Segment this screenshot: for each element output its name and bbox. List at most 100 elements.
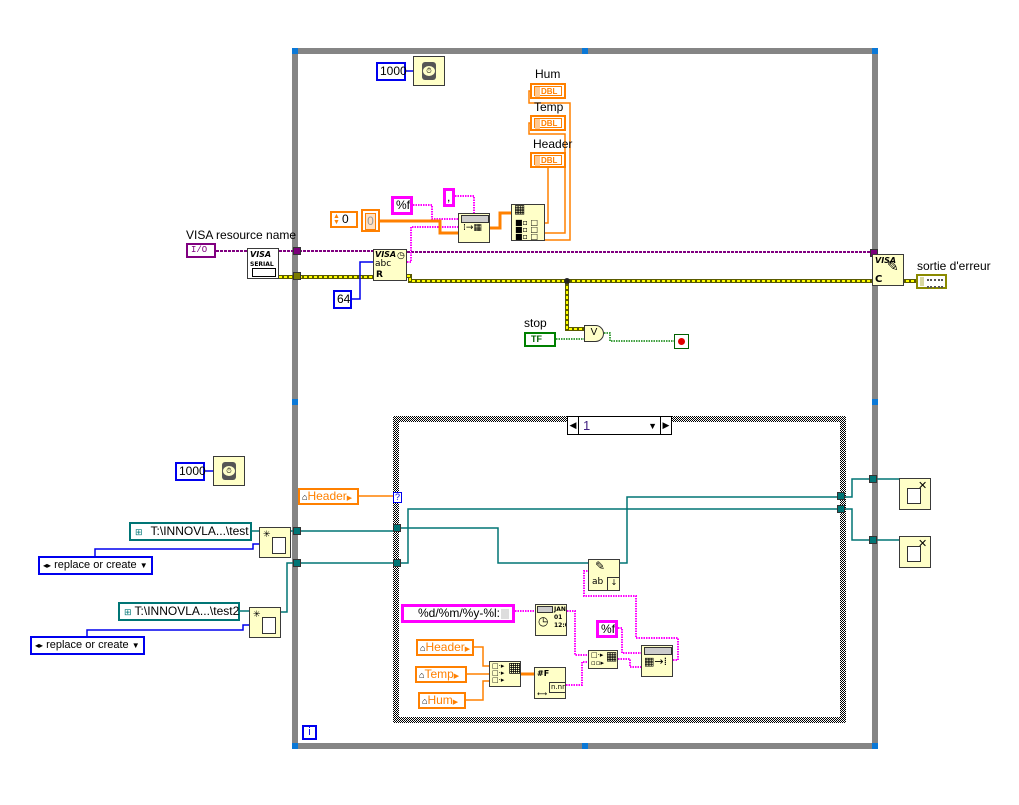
open-create-file-node-1[interactable]: ✳ — [259, 527, 291, 558]
file-operation-enum-1[interactable]: ◂▸ replace or create ▼ — [38, 556, 153, 575]
number-string-wire — [566, 661, 588, 686]
case-tunnel-out-2[interactable] — [837, 505, 845, 513]
temp-local-variable[interactable]: ⌂Temp▶ — [415, 666, 467, 683]
visa-tunnel[interactable] — [293, 247, 301, 255]
time-format-constant[interactable]: %d/%m/%y-%l: — [401, 604, 515, 623]
format-wire-2 — [618, 627, 641, 654]
hum-local-wire — [466, 680, 489, 701]
header-indicator[interactable]: DBL — [530, 152, 566, 168]
refnum-wire-2 — [281, 562, 395, 613]
format-constant[interactable]: %f — [391, 196, 413, 215]
refnum-tunnel-1[interactable] — [293, 527, 301, 535]
index-array-node[interactable]: ▦ ■▫ □ ■▫ □ ■▫ □ — [511, 204, 545, 241]
format-icon — [537, 606, 553, 613]
wait-ms-node[interactable]: ⏱ — [413, 56, 445, 86]
chevron-down-icon: ▼ — [139, 561, 148, 570]
build-array-icon: □·▸ ▫▫▸ — [591, 651, 605, 667]
spreadsheet-string-to-array-node[interactable]: ⁞→▦ — [458, 213, 490, 243]
sparkle-icon: ✳ — [263, 530, 271, 540]
hum-indicator[interactable]: DBL — [530, 83, 566, 99]
file-icon — [272, 537, 286, 554]
loop-tunnel-out-2[interactable] — [869, 536, 877, 544]
write-text-file-node[interactable]: ✎ ab ↓ — [588, 559, 620, 591]
close-icon: ✕ — [918, 479, 928, 492]
concat-wire — [618, 658, 641, 668]
array-to-spreadsheet-string-node[interactable]: ▦→⁞ — [641, 645, 673, 677]
visa-close-node[interactable]: VISA C ✎ — [872, 254, 904, 286]
case-selector-terminal[interactable]: ? — [393, 492, 402, 503]
close-doc-icon: ✎ — [887, 259, 899, 275]
path-icon: ⊞ — [124, 607, 132, 617]
visa-wire — [216, 250, 872, 253]
array-icon: ▦ — [508, 661, 521, 676]
visa-resource-control[interactable]: I/O — [186, 243, 216, 258]
header-wire — [545, 168, 549, 224]
or-out-wire — [604, 332, 674, 342]
error-wire-fill — [279, 275, 872, 330]
format-constant-2[interactable]: %f — [596, 620, 618, 638]
wire-junction — [564, 278, 570, 284]
enum-wire-1 — [94, 543, 259, 556]
date-string-wire — [567, 610, 588, 656]
case-tunnel-in-1[interactable] — [393, 524, 401, 532]
error-tunnel[interactable] — [293, 272, 301, 280]
increment-icon: ◂▸ — [35, 641, 44, 650]
delimiter-constant[interactable]: , — [443, 188, 455, 207]
cluster-icon — [927, 279, 943, 288]
or-gate[interactable]: V — [584, 325, 604, 342]
visa-read-node[interactable]: VISA abc R ◷ — [373, 249, 407, 281]
array-wire — [380, 219, 458, 235]
array-index-control[interactable]: ▲ ▼ 0 — [330, 211, 358, 228]
array-icon: ⁞→▦ — [463, 223, 482, 233]
index-outputs-icon: ■▫ □ ■▫ □ ■▫ □ — [515, 218, 539, 241]
header-local-wire-2 — [474, 646, 489, 667]
format-date-time-node[interactable]: ◷ JAN 01 12:01 — [535, 604, 567, 636]
array-out-wire — [490, 211, 511, 230]
build-array-node[interactable]: □·▸ □·▸ □·▸ ▦ — [489, 661, 521, 687]
wait-ms-node-2[interactable]: ⏱ — [213, 456, 245, 486]
header-local-variable[interactable]: ⌂Header▶ — [298, 488, 359, 505]
wait-constant-2[interactable]: 1000 — [175, 462, 206, 481]
file-operation-enum-2[interactable]: ◂▸ replace or create ▼ — [30, 636, 145, 655]
stop-label: stop — [524, 316, 547, 330]
file-path-constant-1[interactable]: ⊞ T:\INNOVLA...\test — [129, 522, 252, 541]
byte-count-wire — [351, 261, 373, 300]
refnum-wire-2-inner — [401, 508, 837, 564]
loop-condition-terminal[interactable] — [674, 334, 689, 349]
stop-sign-icon — [678, 338, 685, 345]
array-icon: ▦ — [606, 650, 618, 663]
clock-icon: ◷ — [538, 614, 549, 628]
visa-resource-label: VISA resource name — [186, 228, 297, 242]
byte-count-constant[interactable]: 64 — [333, 290, 352, 309]
concatenate-array-node[interactable]: □·▸ ▫▫▸ ▦ — [588, 650, 618, 669]
close-file-node-1[interactable]: ✕ — [899, 478, 931, 510]
wait-constant[interactable]: 1000 — [376, 62, 407, 81]
format-wire — [413, 204, 458, 220]
temp-indicator-label: Temp — [534, 100, 564, 114]
stop-control[interactable]: TF — [524, 332, 556, 347]
iteration-terminal[interactable]: i — [302, 725, 317, 740]
refnum-tunnel-2[interactable] — [293, 559, 301, 567]
width-icon: ⟷ — [537, 690, 548, 698]
temp-indicator[interactable]: DBL — [530, 115, 566, 131]
delimiter-wire — [455, 195, 475, 213]
sparkle-icon: ✳ — [253, 610, 261, 620]
case-tunnel-out-1[interactable] — [837, 492, 845, 500]
array-element-constant[interactable]: 0 — [361, 209, 380, 232]
enum-wire-2 — [86, 624, 249, 636]
build-array-icon: □·▸ □·▸ □·▸ — [492, 662, 505, 684]
number-to-fractional-string-node[interactable]: #F n.nn ⟷ — [534, 667, 566, 699]
visa-configure-serial-node[interactable]: VISA SERIAL — [247, 248, 279, 279]
close-file-node-2[interactable]: ✕ — [899, 536, 931, 568]
error-out-indicator[interactable] — [916, 274, 947, 289]
file-path-constant-2[interactable]: ⊞ T:\INNOVLA...\test2 — [118, 602, 240, 621]
case-tunnel-in-2[interactable] — [393, 559, 401, 567]
format-icon — [644, 647, 672, 655]
open-create-file-node-2[interactable]: ✳ — [249, 607, 281, 638]
hum-indicator-label: Hum — [535, 67, 561, 81]
increment-icon: ◂▸ — [43, 561, 52, 570]
error-wire — [279, 274, 872, 331]
loop-tunnel-out-1[interactable] — [869, 475, 877, 483]
header-local-variable-2[interactable]: ⌂Header▶ — [416, 639, 474, 656]
hum-local-variable[interactable]: ⌂Hum▶ — [418, 692, 466, 709]
